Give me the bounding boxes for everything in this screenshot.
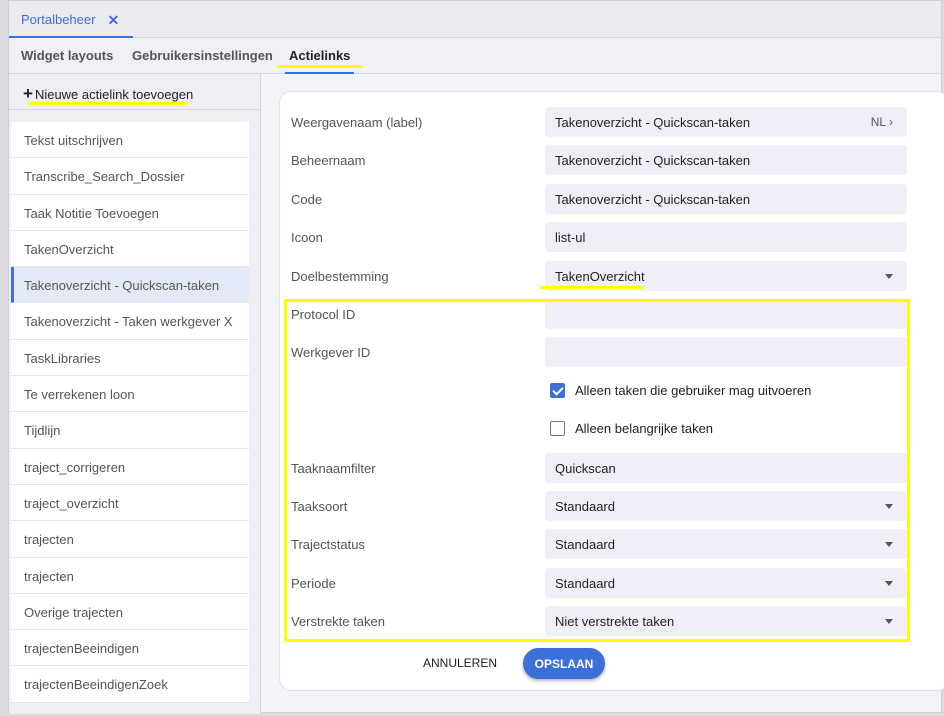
checkbox-label[interactable]: Alleen taken die gebruiker mag uitvoeren	[575, 383, 811, 398]
trajectory-status-select[interactable]: Standaard	[545, 529, 907, 560]
list-item[interactable]: traject_corrigeren	[11, 449, 249, 485]
field-label: Werkgever ID	[291, 345, 371, 361]
task-name-filter-input[interactable]: Quickscan	[545, 452, 907, 483]
list-item[interactable]: Tekst uitschrijven	[11, 122, 249, 159]
dropdown-caret-icon	[885, 504, 893, 509]
field-label: Code	[291, 191, 323, 207]
tab-actielinks[interactable]: Actielinks	[284, 48, 355, 74]
field-value: Standaard	[555, 499, 615, 514]
form-row-employer-id: Werkgever ID	[291, 337, 907, 368]
list-item[interactable]: Te verrekenen loon	[11, 376, 249, 413]
form-row-protocol-id: Protocol ID	[291, 299, 907, 329]
sidebar: + Nieuwe actielink toevoegen Tekst uitsc…	[9, 74, 261, 714]
add-actielink-button[interactable]: + Nieuwe actielink toevoegen	[23, 84, 193, 104]
dropdown-caret-icon	[885, 580, 893, 586]
form-row-task-type: Taaksoort Standaard	[291, 491, 907, 521]
field-value: Standaard	[555, 575, 615, 591]
list-item[interactable]: trajectenBeeindigen	[11, 630, 249, 667]
field-label: Taaknaamfilter	[291, 460, 376, 476]
field-value: list-ul	[555, 230, 586, 246]
field-value: Takenoverzicht - Quickscan-taken	[555, 191, 751, 207]
list-item[interactable]: Takenoverzicht - Quickscan-taken	[11, 267, 249, 304]
form-row-only-important: Alleen belangrijke taken	[291, 414, 901, 444]
destination-select[interactable]: TakenOverzicht	[545, 260, 907, 291]
form-row-only-allowed: Alleen taken die gebruiker mag uitvoeren	[291, 376, 901, 406]
field-label: Icoon	[291, 230, 323, 246]
list-item[interactable]: TakenOverzicht	[11, 231, 249, 268]
list-item[interactable]: Takenoverzicht - Taken werkgever X	[11, 303, 249, 340]
field-value: Quickscan	[555, 460, 616, 476]
language-selector[interactable]: NL ›	[871, 115, 893, 129]
list-item[interactable]: Overige trajecten	[11, 594, 249, 631]
form-row-task-name-filter: Taaknaamfilter Quickscan	[291, 452, 907, 483]
subtab-bar: Widget layouts Gebruikersinstellingen Ac…	[9, 38, 941, 74]
highlight-underline	[277, 65, 363, 68]
field-value: TakenOverzicht	[555, 268, 645, 284]
checkbox-label[interactable]: Alleen belangrijke taken	[575, 421, 713, 436]
form-row-admin-name: Beheernaam Takenoverzicht - Quickscan-ta…	[291, 145, 907, 176]
field-label: Taaksoort	[291, 499, 348, 514]
tab-title: Portalbeheer	[21, 12, 96, 27]
admin-name-input[interactable]: Takenoverzicht - Quickscan-taken	[545, 145, 907, 176]
list-item[interactable]: Tijdlijn	[11, 412, 249, 449]
tab-gebruikersinstellingen[interactable]: Gebruikersinstellingen	[132, 48, 273, 63]
field-label: Weergavenaam (label)	[291, 115, 423, 130]
only-important-checkbox[interactable]	[550, 421, 565, 437]
code-input[interactable]: Takenoverzicht - Quickscan-taken	[545, 183, 907, 214]
form-row-trajectory-status: Trajectstatus Standaard	[291, 529, 907, 560]
actielink-list: Tekst uitschrijven Transcribe_Search_Doss…	[11, 122, 249, 703]
only-allowed-checkbox[interactable]	[550, 382, 565, 398]
edit-form-card: Weergavenaam (label) Takenoverzicht - Qu…	[279, 91, 944, 691]
period-select[interactable]: Standaard	[545, 567, 907, 598]
save-button[interactable]: OPSLAAN	[523, 648, 605, 679]
list-item[interactable]: traject_overzicht	[11, 485, 249, 522]
form-row-period: Periode Standaard	[291, 567, 907, 598]
field-value: Takenoverzicht - Quickscan-taken	[555, 153, 751, 169]
field-label: Trajectstatus	[291, 537, 365, 553]
dropdown-caret-icon	[885, 273, 893, 279]
field-value: Takenoverzicht - Quickscan-taken	[555, 115, 751, 130]
tab-portalbeheer[interactable]: Portalbeheer ✕	[9, 1, 133, 38]
list-item[interactable]: Taak Notitie Toevoegen	[11, 195, 249, 231]
list-item[interactable]: trajecten	[11, 521, 249, 558]
dropdown-caret-icon	[885, 619, 893, 625]
form-row-icon: Icoon list-ul	[291, 222, 907, 253]
expired-tasks-select[interactable]: Niet verstrekte taken	[545, 606, 907, 637]
field-label: Verstrekte taken	[291, 614, 385, 630]
dropdown-caret-icon	[885, 542, 893, 548]
form-row-display-name: Weergavenaam (label) Takenoverzicht - Qu…	[291, 107, 907, 137]
tab-widget-layouts[interactable]: Widget layouts	[21, 48, 113, 63]
field-label: Periode	[291, 575, 336, 591]
task-type-select[interactable]: Standaard	[545, 491, 907, 521]
field-label: Protocol ID	[291, 307, 356, 322]
field-value: Standaard	[555, 537, 615, 553]
sidebar-header: + Nieuwe actielink toevoegen	[9, 74, 261, 110]
tab-bar: Portalbeheer ✕	[9, 1, 941, 38]
field-value: Niet verstrekte taken	[555, 614, 675, 630]
form-row-destination: Doelbestemming TakenOverzicht	[291, 260, 907, 291]
icon-input[interactable]: list-ul	[545, 222, 907, 253]
close-icon[interactable]: ✕	[107, 12, 119, 28]
list-item[interactable]: trajecten	[11, 558, 249, 594]
field-label: Doelbestemming	[291, 268, 389, 284]
form-row-expired-tasks: Verstrekte taken Niet verstrekte taken	[291, 606, 907, 637]
list-item[interactable]: Transcribe_Search_Dossier	[11, 158, 249, 195]
form-row-code: Code Takenoverzicht - Quickscan-taken	[291, 183, 907, 214]
field-label: Beheernaam	[291, 153, 366, 169]
protocol-id-input[interactable]	[545, 299, 907, 329]
plus-icon: +	[23, 84, 33, 103]
list-item[interactable]: TaskLibraries	[11, 340, 249, 377]
app-window: Portalbeheer ✕ Widget layouts Gebruikers…	[8, 0, 944, 714]
display-name-input[interactable]: Takenoverzicht - Quickscan-taken NL ›	[545, 107, 907, 137]
cancel-button[interactable]: ANNULEREN	[423, 656, 497, 670]
employer-id-input[interactable]	[545, 337, 907, 368]
add-actielink-label: Nieuwe actielink toevoegen	[34, 86, 194, 102]
list-item[interactable]: trajectenBeeindigenZoek	[11, 666, 249, 703]
